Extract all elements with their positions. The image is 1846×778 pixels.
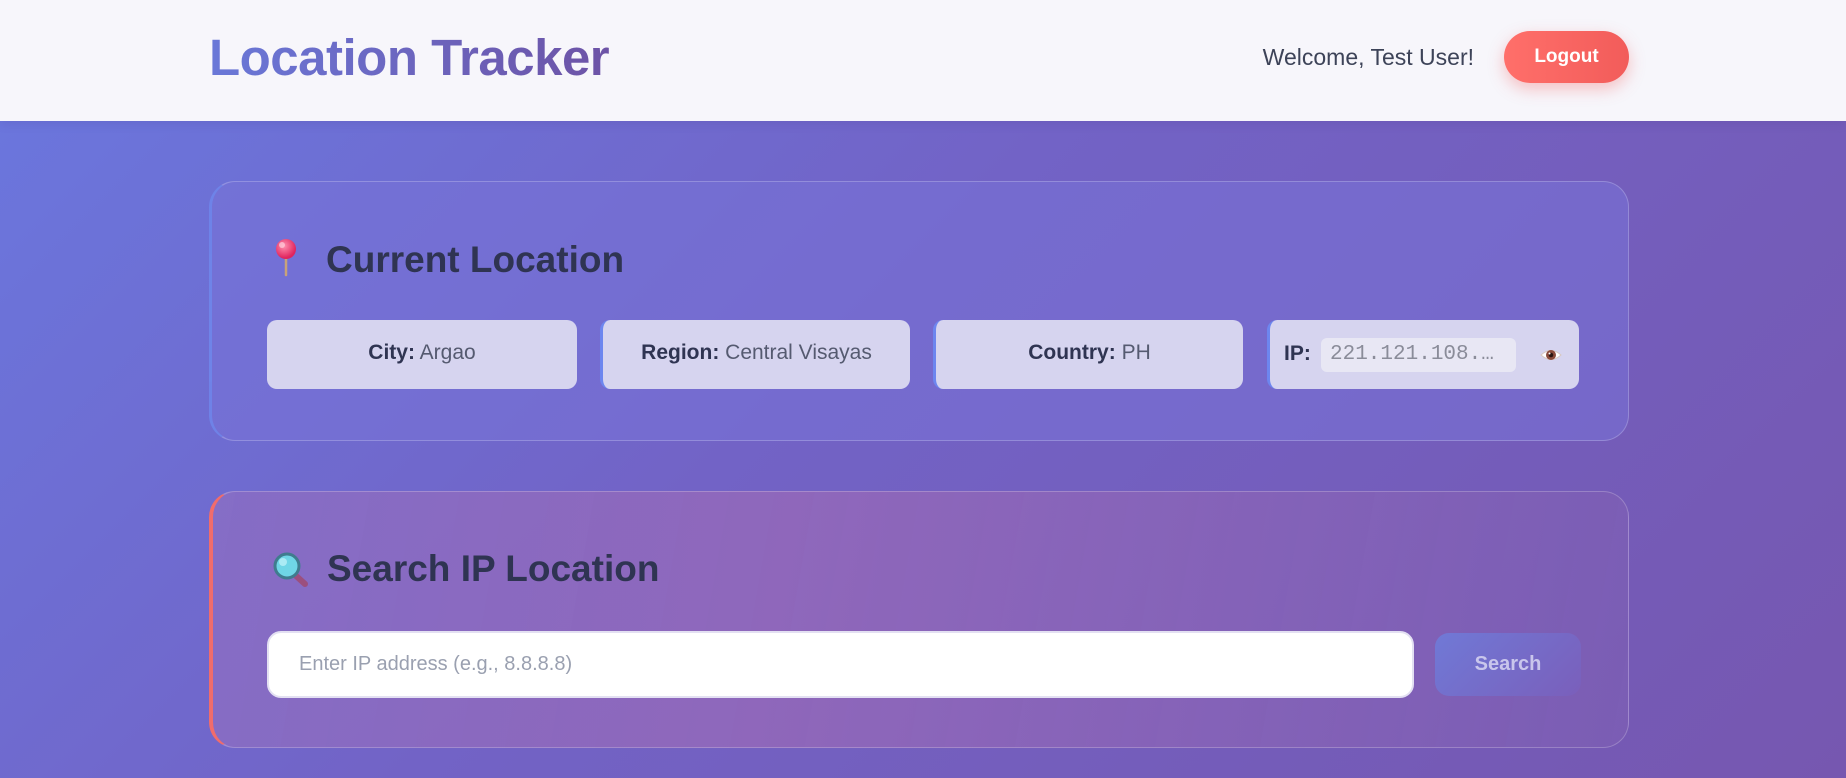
search-ip-card: Search IP Location Search — [209, 491, 1629, 748]
ip-label: IP: — [1284, 342, 1311, 365]
ip-search-input[interactable] — [267, 631, 1414, 698]
magnifier-icon — [271, 546, 311, 592]
country-value: PH — [1121, 341, 1151, 364]
city-label: City: — [368, 341, 415, 364]
app-title: Location Tracker — [209, 26, 610, 90]
ip-value: 221.121.108.… — [1321, 338, 1516, 372]
region-box: Region: Central Visayas — [600, 320, 910, 389]
pushpin-icon — [270, 237, 310, 283]
search-ip-title: Search IP Location — [327, 548, 660, 589]
search-button[interactable]: Search — [1435, 633, 1581, 696]
region-label: Region: — [641, 341, 720, 364]
country-label: Country: — [1028, 341, 1116, 364]
city-value: Argao — [419, 341, 476, 364]
country-box: Country: PH — [933, 320, 1243, 389]
top-header: Location Tracker Welcome, Test User! Log… — [0, 0, 1846, 121]
logout-button[interactable]: Logout — [1504, 31, 1629, 83]
region-value: Central Visayas — [725, 341, 872, 364]
ip-box: IP: 221.121.108.… — [1267, 320, 1579, 389]
welcome-message: Welcome, Test User! — [1262, 44, 1474, 70]
current-location-title: Current Location — [326, 239, 625, 280]
current-location-card: Current Location City: Argao Region: Cen… — [209, 181, 1629, 441]
eye-icon[interactable] — [1538, 342, 1564, 368]
city-box: City: Argao — [267, 320, 577, 389]
